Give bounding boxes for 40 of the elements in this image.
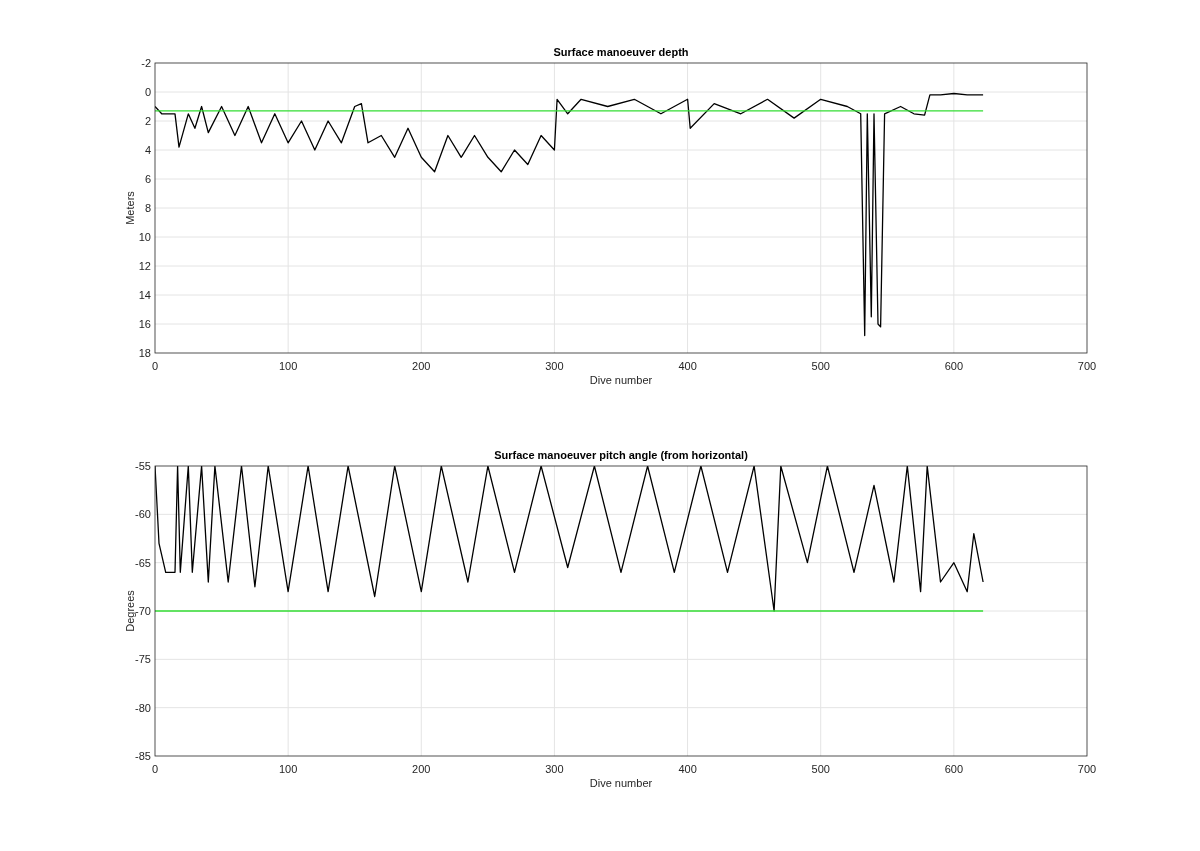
tick-label: -55 (135, 460, 151, 472)
tick-label: 700 (1077, 763, 1097, 775)
tick-label: 600 (944, 763, 964, 775)
tick-label: -70 (135, 605, 151, 617)
tick-label: 400 (678, 360, 697, 372)
tick-label: 2 (144, 115, 151, 127)
axis-label: Degrees (124, 590, 136, 632)
tick-label: -65 (135, 556, 151, 569)
tick-label: 0 (151, 763, 159, 775)
chart-title: Surface manoeuver depth (553, 46, 689, 58)
tick-label: 10 (138, 231, 151, 243)
tick-label: 300 (545, 360, 564, 372)
tick-label: 12 (138, 260, 151, 272)
tick-label: 18 (138, 347, 151, 359)
tick-label: 4 (144, 144, 151, 156)
tick-label: -75 (135, 653, 151, 666)
tick-label: -85 (135, 750, 151, 762)
tick-label: 300 (545, 763, 564, 775)
tick-label: 200 (412, 763, 431, 775)
chart-title: Surface manoeuver pitch angle (from horizontal) (494, 449, 748, 461)
tick-label: 0 (151, 360, 159, 372)
tick-label: 100 (278, 360, 298, 372)
axis-label: Dive number (589, 777, 653, 789)
axis-label: Dive number (589, 374, 653, 386)
tick-label: -60 (135, 508, 151, 521)
tick-label: -2 (141, 57, 151, 69)
tick-label: 600 (944, 360, 964, 372)
tick-label: 0 (144, 86, 151, 98)
tick-label: 8 (144, 202, 151, 214)
tick-label: 100 (278, 763, 298, 775)
tick-label: -80 (135, 701, 151, 714)
axis-label: Meters (124, 191, 136, 225)
tick-label: 500 (811, 360, 830, 372)
tick-label: 14 (138, 289, 151, 301)
tick-label: 16 (138, 318, 151, 330)
tick-label: 6 (144, 173, 151, 185)
tick-label: 700 (1077, 360, 1097, 372)
tick-label: 400 (678, 763, 697, 775)
tick-label: 500 (811, 763, 830, 775)
tick-label: 200 (412, 360, 431, 372)
